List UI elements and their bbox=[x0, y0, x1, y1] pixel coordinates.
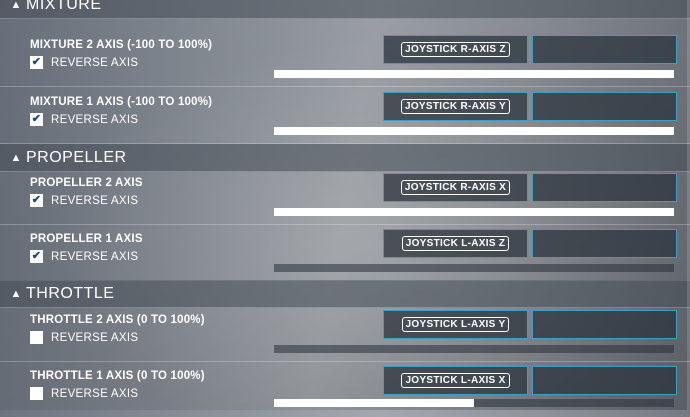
chevron-up-icon: ▲ bbox=[10, 151, 22, 164]
primary-binding-slot[interactable]: JOYSTICK R-AXIS X bbox=[383, 173, 528, 202]
axis-row-throttle-2: THROTTLE 2 AXIS (0 TO 100%) REVERSE AXIS… bbox=[0, 305, 690, 362]
reverse-axis-label: REVERSE AXIS bbox=[51, 113, 139, 126]
primary-binding-slot[interactable]: JOYSTICK R-AXIS Z bbox=[383, 35, 528, 64]
reverse-axis-toggle[interactable]: ✔ REVERSE AXIS bbox=[30, 250, 138, 263]
secondary-binding-slot[interactable] bbox=[532, 173, 677, 202]
primary-binding-slot[interactable]: JOYSTICK R-AXIS Y bbox=[383, 92, 528, 121]
axis-label: MIXTURE 1 AXIS (-100 TO 100%) bbox=[30, 96, 213, 108]
reverse-axis-toggle[interactable]: REVERSE AXIS bbox=[30, 331, 138, 344]
binding-key: JOYSTICK L-AXIS X bbox=[401, 373, 510, 388]
axis-label: MIXTURE 2 AXIS (-100 TO 100%) bbox=[30, 39, 213, 51]
axis-input-level bbox=[274, 127, 674, 135]
check-icon: ✔ bbox=[31, 250, 42, 262]
axis-label: PROPELLER 1 AXIS bbox=[30, 233, 143, 245]
axis-input-level bbox=[274, 70, 674, 78]
chevron-up-icon: ▲ bbox=[10, 0, 22, 11]
check-icon: ✔ bbox=[31, 194, 42, 206]
reverse-axis-toggle[interactable]: REVERSE AXIS bbox=[30, 387, 138, 400]
reverse-axis-label: REVERSE AXIS bbox=[51, 387, 139, 400]
axis-row-mixture-2: MIXTURE 2 AXIS (-100 TO 100%) ✔ REVERSE … bbox=[0, 30, 690, 87]
reverse-axis-label: REVERSE AXIS bbox=[51, 56, 139, 69]
axis-input-level bbox=[274, 208, 674, 216]
chevron-up-icon: ▲ bbox=[10, 287, 22, 300]
check-icon: ✔ bbox=[31, 56, 42, 68]
reverse-axis-label: REVERSE AXIS bbox=[51, 331, 139, 344]
axis-label: THROTTLE 2 AXIS (0 TO 100%) bbox=[30, 314, 205, 326]
axis-row-throttle-1: THROTTLE 1 AXIS (0 TO 100%) REVERSE AXIS… bbox=[0, 361, 690, 417]
reverse-axis-checkbox[interactable] bbox=[30, 387, 43, 400]
binding-key: JOYSTICK R-AXIS Y bbox=[400, 99, 511, 114]
primary-binding-slot[interactable]: JOYSTICK L-AXIS Z bbox=[383, 229, 528, 258]
reverse-axis-toggle[interactable]: ✔ REVERSE AXIS bbox=[30, 113, 138, 126]
axis-label: THROTTLE 1 AXIS (0 TO 100%) bbox=[30, 370, 205, 382]
axis-input-bar bbox=[274, 399, 674, 407]
binding-key: JOYSTICK R-AXIS Z bbox=[401, 42, 510, 57]
axis-input-bar bbox=[274, 70, 674, 78]
axis-input-bar bbox=[274, 208, 674, 216]
secondary-binding-slot[interactable] bbox=[532, 366, 677, 395]
reverse-axis-checkbox[interactable] bbox=[30, 331, 43, 344]
axis-input-level bbox=[274, 399, 474, 407]
binding-key: JOYSTICK L-AXIS Z bbox=[401, 236, 510, 251]
reverse-axis-checkbox[interactable]: ✔ bbox=[30, 250, 43, 263]
reverse-axis-checkbox[interactable]: ✔ bbox=[30, 56, 43, 69]
primary-binding-slot[interactable]: JOYSTICK L-AXIS Y bbox=[383, 310, 528, 339]
axis-input-bar bbox=[274, 345, 674, 353]
reverse-axis-toggle[interactable]: ✔ REVERSE AXIS bbox=[30, 56, 138, 69]
reverse-axis-checkbox[interactable]: ✔ bbox=[30, 194, 43, 207]
axis-label: PROPELLER 2 AXIS bbox=[30, 177, 143, 189]
axis-row-propeller-2: PROPELLER 2 AXIS ✔ REVERSE AXIS JOYSTICK… bbox=[0, 168, 690, 225]
reverse-axis-label: REVERSE AXIS bbox=[51, 194, 139, 207]
section-title: PROPELLER bbox=[26, 148, 127, 166]
secondary-binding-slot[interactable] bbox=[532, 310, 677, 339]
secondary-binding-slot[interactable] bbox=[532, 35, 677, 64]
check-icon: ✔ bbox=[31, 113, 42, 125]
primary-binding-slot[interactable]: JOYSTICK L-AXIS X bbox=[383, 366, 528, 395]
axis-row-mixture-1: MIXTURE 1 AXIS (-100 TO 100%) ✔ REVERSE … bbox=[0, 87, 690, 144]
section-header-mixture[interactable]: ▲ MIXTURE bbox=[0, 0, 690, 19]
reverse-axis-label: REVERSE AXIS bbox=[51, 250, 139, 263]
axis-input-bar bbox=[274, 264, 674, 272]
section-header-throttle[interactable]: ▲ THROTTLE bbox=[0, 280, 690, 308]
reverse-axis-checkbox[interactable]: ✔ bbox=[30, 113, 43, 126]
section-title: THROTTLE bbox=[26, 284, 115, 302]
axis-row-propeller-1: PROPELLER 1 AXIS ✔ REVERSE AXIS JOYSTICK… bbox=[0, 224, 690, 281]
binding-key: JOYSTICK L-AXIS Y bbox=[401, 317, 510, 332]
controls-settings-list: ▲ MIXTURE MIXTURE 2 AXIS (-100 TO 100%) … bbox=[0, 0, 690, 410]
binding-key: JOYSTICK R-AXIS X bbox=[400, 180, 511, 195]
section-title: MIXTURE bbox=[26, 0, 102, 13]
secondary-binding-slot[interactable] bbox=[532, 229, 677, 258]
reverse-axis-toggle[interactable]: ✔ REVERSE AXIS bbox=[30, 194, 138, 207]
secondary-binding-slot[interactable] bbox=[532, 92, 677, 121]
axis-input-bar bbox=[274, 127, 674, 135]
